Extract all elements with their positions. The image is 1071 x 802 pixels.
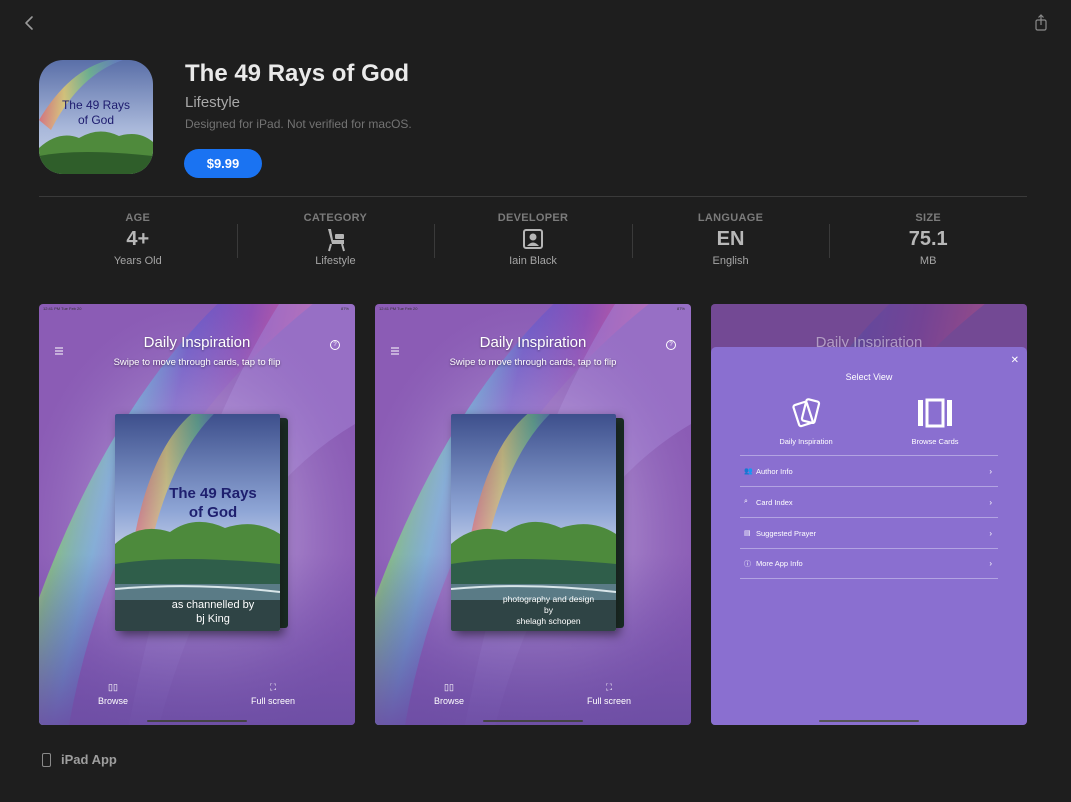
info-age: AGE 4+ Years Old (39, 210, 237, 272)
info-value: 4+ (126, 228, 150, 250)
view-option-daily: Daily Inspiration (751, 395, 861, 446)
select-view-sheet: ✕ Select View Daily Inspiration Browse C… (711, 347, 1027, 725)
screen-heading: Daily Inspiration (479, 334, 587, 351)
screenshot-1[interactable]: 12:41 PM Tue Feb 20 87% ? Daily Inspirat… (39, 304, 355, 725)
app-category-link[interactable]: Lifestyle (185, 94, 240, 111)
chevron-right-icon: › (989, 528, 992, 538)
screenshot-2[interactable]: 12:41 PM Tue Feb 20 87% ? Daily Inspirat… (375, 304, 691, 725)
browse-button: ▯▯ Browse (95, 682, 131, 706)
close-icon: ✕ (1010, 355, 1019, 366)
share-icon[interactable] (1031, 12, 1051, 34)
status-time: 12:41 PM Tue Feb 20 (379, 306, 418, 311)
home-indicator (483, 720, 583, 722)
info-label: CATEGORY (303, 212, 368, 224)
info-size: SIZE 75.1 MB (829, 210, 1027, 272)
info-label: DEVELOPER (497, 212, 569, 224)
info-value: 75.1 (908, 228, 948, 250)
app-icon: The 49 Rays of God (39, 60, 153, 174)
menu-item-more-app-info: ⓘ More App Info › (740, 548, 998, 579)
people-icon: 👥 (744, 468, 753, 475)
platform-label: iPad App (42, 752, 117, 767)
card-title: The 49 Rays of God (169, 485, 257, 521)
menu-item-suggested-prayer: ▤ Suggested Prayer › (740, 517, 998, 548)
status-time: 12:41 PM Tue Feb 20 (43, 306, 82, 311)
card-footer: photography and design by shelagh schopen (502, 594, 595, 626)
divider (39, 196, 1027, 197)
fullscreen-icon: ⛶ (605, 682, 613, 692)
app-icon-text: The 49 Rays of God (61, 98, 131, 127)
home-indicator (147, 720, 247, 722)
screenshot-3[interactable]: Daily Inspiration ✕ Select View Daily In… (711, 304, 1027, 725)
fullscreen-icon: ⛶ (269, 682, 277, 692)
info-label: LANGUAGE (697, 212, 764, 224)
scroll-icon: ▤ (744, 530, 751, 537)
fullscreen-button: ⛶ Full screen (243, 682, 303, 706)
card-back: photography and design by shelagh schopen (451, 414, 616, 631)
browse-icon: ▯▯ (444, 682, 454, 692)
info-developer[interactable]: DEVELOPER Iain Black (434, 210, 632, 272)
price-button[interactable]: $9.99 (184, 149, 262, 178)
status-battery: 87% (676, 306, 685, 311)
info-sub: Lifestyle (315, 255, 356, 267)
info-label: SIZE (915, 212, 941, 224)
top-bar (0, 0, 1071, 46)
home-indicator (819, 720, 919, 722)
fullscreen-button: ⛶ Full screen (579, 682, 639, 706)
chevron-right-icon: › (989, 497, 992, 507)
chevron-right-icon: › (989, 559, 992, 568)
menu-item-author-info: 👥 Author Info › (740, 455, 998, 486)
person-badge-icon (434, 226, 632, 252)
status-battery: 87% (340, 306, 349, 311)
sheet-title: Select View (845, 372, 893, 382)
info-language: LANGUAGE EN English (631, 210, 830, 272)
info-sub: English (712, 255, 749, 267)
back-chevron-icon[interactable] (20, 12, 40, 34)
ipad-icon (42, 752, 51, 767)
menu-item-card-index: ⌕ Card Index › (740, 486, 998, 517)
screen-subheading: Swipe to move through cards, tap to flip (449, 357, 617, 368)
compat-note: Designed for iPad. Not verified for macO… (185, 117, 412, 131)
search-icon: ⌕ (744, 498, 748, 505)
browse-button: ▯▯ Browse (431, 682, 467, 706)
info-sub: Iain Black (509, 255, 557, 267)
info-category[interactable]: CATEGORY Lifestyle (236, 210, 435, 272)
info-sub: MB (919, 255, 937, 267)
cards-icon (751, 395, 861, 431)
info-sub: Years Old (113, 255, 162, 267)
sheet-menu-list: 👥 Author Info › ⌕ Card Index › ▤ Suggested Pr… (740, 455, 998, 579)
armchair-icon (237, 226, 435, 252)
chevron-right-icon: › (989, 466, 992, 476)
app-title: The 49 Rays of God (185, 60, 410, 87)
browse-cards-icon (880, 395, 990, 431)
info-row: AGE 4+ Years Old CATEGORY Lifestyle DEVE… (39, 210, 1027, 272)
info-icon: ⓘ (744, 560, 751, 568)
card-cover: The 49 Rays of God as channelled by bj Kin… (115, 414, 280, 631)
screen-subheading: Swipe to move through cards, tap to flip (113, 357, 281, 368)
info-label: AGE (125, 212, 151, 224)
view-option-browse: Browse Cards (880, 395, 990, 446)
screen-heading: Daily Inspiration (143, 334, 251, 351)
card-footer: as channelled by bj King (171, 599, 255, 625)
browse-icon: ▯▯ (108, 682, 118, 692)
info-value: EN (716, 228, 745, 250)
